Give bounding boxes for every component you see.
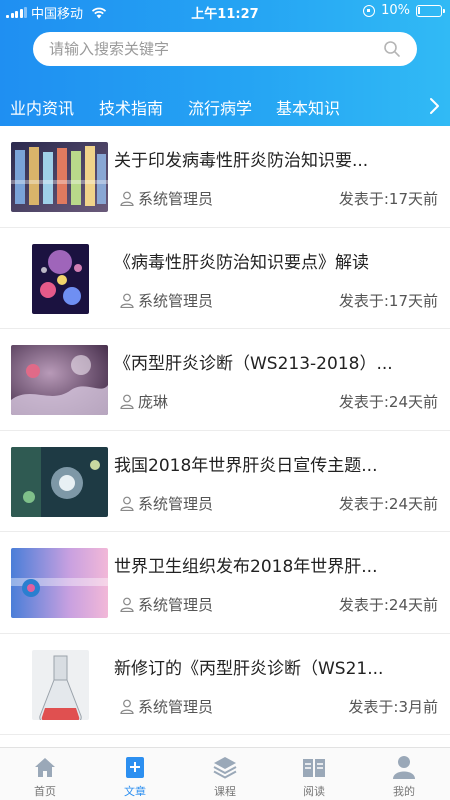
user-icon — [120, 699, 134, 714]
tabbar-profile[interactable]: 我的 — [369, 754, 439, 799]
bottom-tab-bar: 首页 文章 课程 阅读 我的 — [0, 747, 450, 800]
article-thumbnail — [11, 142, 108, 212]
orientation-lock-icon — [363, 4, 376, 17]
tab-basic-knowledge[interactable]: 基本知识 — [276, 95, 340, 119]
search-bar[interactable] — [33, 32, 417, 66]
tab-industry-news[interactable]: 业内资讯 — [7, 95, 77, 131]
tabbar-reading[interactable]: 阅读 — [279, 754, 349, 799]
article-thumbnail — [32, 649, 89, 720]
article-date: 发表于:17天前 — [338, 291, 438, 310]
home-icon — [35, 758, 55, 777]
tabbar-label: 课程 — [214, 785, 236, 798]
layers-icon — [213, 757, 237, 779]
tabbar-article[interactable]: 文章 — [100, 754, 170, 799]
profile-icon — [393, 756, 415, 779]
app-header: 中国移动 上午11:27 10% 业内资讯 技术指南 流行病学 基本知识 — [0, 0, 450, 131]
list-item[interactable]: 关于印发病毒性肝炎防治知识要... 系统管理员 发表于:17天前 — [0, 126, 450, 228]
article-date: 发表于:24天前 — [338, 393, 438, 411]
tabbar-label: 我的 — [393, 785, 415, 798]
article-thumbnail — [11, 446, 108, 517]
tab-epidemiology[interactable]: 流行病学 — [188, 95, 252, 119]
article-title[interactable]: 新修订的《丙型肝炎诊断（WS21... — [114, 654, 434, 679]
article-author: 系统管理员 — [138, 494, 214, 513]
book-icon — [303, 759, 325, 777]
list-item[interactable]: 世界卫生组织发布2018年世界肝... 系统管理员 发表于:24天前 — [0, 532, 450, 634]
article-title[interactable]: 关于印发病毒性肝炎防治知识要... — [114, 146, 434, 171]
chevron-right-icon[interactable] — [426, 96, 442, 116]
article-date: 发表于:3月前 — [348, 697, 438, 716]
tabbar-label: 首页 — [34, 785, 56, 798]
article-thumbnail — [11, 548, 108, 618]
user-icon — [120, 597, 134, 612]
article-author: 庞琳 — [138, 393, 169, 411]
article-author: 系统管理员 — [138, 291, 214, 310]
article-date: 发表于:17天前 — [338, 190, 438, 208]
tabbar-home[interactable]: 首页 — [10, 754, 80, 799]
article-author: 系统管理员 — [138, 697, 214, 716]
list-item[interactable]: 新修订的《丙型肝炎诊断（WS21... 系统管理员 发表于:3月前 — [0, 634, 450, 735]
tabbar-label: 阅读 — [303, 785, 325, 798]
status-bar: 中国移动 上午11:27 10% — [0, 0, 450, 22]
battery-percent: 10% — [381, 3, 410, 18]
list-item[interactable]: 《病毒性肝炎防治知识要点》解读 系统管理员 发表于:17天前 — [0, 228, 450, 329]
user-icon — [120, 394, 134, 409]
article-title[interactable]: 《病毒性肝炎防治知识要点》解读 — [114, 248, 434, 273]
article-title[interactable]: 世界卫生组织发布2018年世界肝... — [114, 552, 434, 577]
article-list: 关于印发病毒性肝炎防治知识要... 系统管理员 发表于:17天前 《病毒性肝炎防… — [0, 126, 450, 746]
article-title[interactable]: 《丙型肝炎诊断（WS213-2018）... — [114, 349, 434, 374]
search-icon[interactable] — [383, 40, 401, 58]
article-thumbnail — [32, 243, 89, 314]
article-icon — [126, 757, 144, 778]
battery-icon — [416, 4, 445, 17]
user-icon — [120, 191, 134, 206]
list-item[interactable]: 《丙型肝炎诊断（WS213-2018）... 庞琳 发表于:24天前 — [0, 329, 450, 431]
article-title[interactable]: 我国2018年世界肝炎日宣传主题... — [114, 451, 434, 476]
category-tabs: 业内资讯 技术指南 流行病学 基本知识 — [0, 86, 450, 131]
user-icon — [120, 293, 134, 308]
list-item[interactable]: 我国2018年世界肝炎日宣传主题... 系统管理员 发表于:24天前 — [0, 431, 450, 532]
user-icon — [120, 496, 134, 511]
search-input[interactable] — [49, 40, 383, 58]
article-date: 发表于:24天前 — [338, 494, 438, 513]
article-date: 发表于:24天前 — [338, 596, 438, 614]
article-thumbnail — [11, 345, 108, 415]
article-author: 系统管理员 — [138, 596, 214, 614]
tabbar-label: 文章 — [124, 785, 146, 798]
tabbar-course[interactable]: 课程 — [190, 754, 260, 799]
article-author: 系统管理员 — [138, 190, 214, 208]
tab-technical-guide[interactable]: 技术指南 — [99, 95, 163, 119]
